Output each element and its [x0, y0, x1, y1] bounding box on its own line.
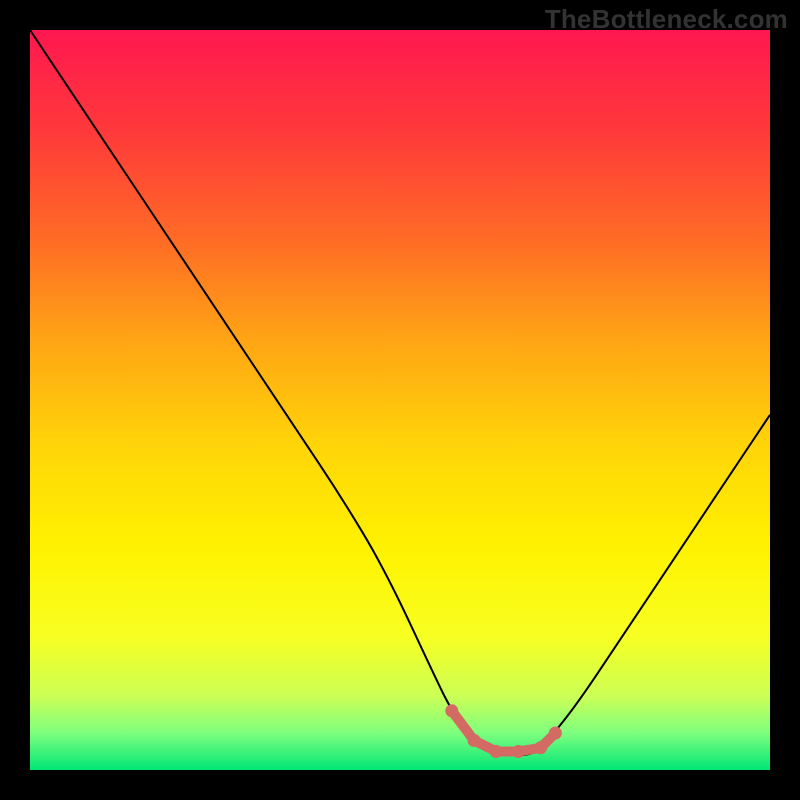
gradient-background — [30, 30, 770, 770]
bottleneck-plot — [30, 30, 770, 770]
watermark-text: TheBottleneck.com — [545, 4, 788, 35]
plot-container — [30, 30, 770, 770]
chart-page: TheBottleneck.com — [0, 0, 800, 800]
